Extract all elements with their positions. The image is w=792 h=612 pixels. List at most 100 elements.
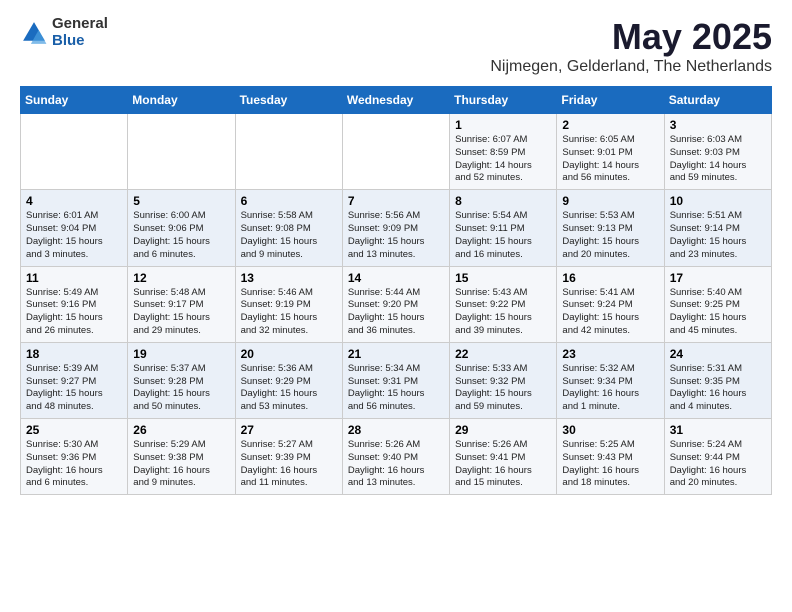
calendar-title: May 2025 — [490, 16, 772, 58]
day-cell: 24 Sunrise: 5:31 AMSunset: 9:35 PMDayligh… — [664, 342, 771, 418]
logo: General Blue — [20, 16, 108, 49]
day-number: 4 — [26, 194, 122, 208]
day-number: 15 — [455, 271, 551, 285]
day-info: Sunrise: 6:03 AMSunset: 9:03 PMDaylight:… — [670, 134, 766, 185]
day-number: 3 — [670, 118, 766, 132]
week-row-2: 4 Sunrise: 6:01 AMSunset: 9:04 PMDaylight… — [21, 190, 772, 266]
logo-general: General — [52, 16, 108, 33]
day-cell: 8Sunrise: 5:54 AMSunset: 9:11 PMDaylight… — [450, 190, 557, 266]
day-cell: 13 Sunrise: 5:46 AMSunset: 9:19 PMDayligh… — [235, 266, 342, 342]
day-cell: 3 Sunrise: 6:03 AMSunset: 9:03 PMDaylight… — [664, 114, 771, 190]
day-cell: 2 Sunrise: 6:05 AMSunset: 9:01 PMDaylight… — [557, 114, 664, 190]
day-cell: 28Sunrise: 5:26 AMSunset: 9:40 PMDayligh… — [342, 419, 449, 495]
day-info: Sunrise: 5:44 AMSunset: 9:20 PMDaylight:… — [348, 287, 444, 338]
day-cell: 25 Sunrise: 5:30 AMSunset: 9:36 PMDayligh… — [21, 419, 128, 495]
day-cell: 19Sunrise: 5:37 AMSunset: 9:28 PMDayligh… — [128, 342, 235, 418]
day-number: 23 — [562, 347, 658, 361]
day-info: Sunrise: 5:31 AMSunset: 9:35 PMDaylight:… — [670, 363, 766, 414]
day-number: 17 — [670, 271, 766, 285]
day-header-sunday: Sunday — [21, 87, 128, 114]
day-number: 16 — [562, 271, 658, 285]
day-info: Sunrise: 5:37 AMSunset: 9:28 PMDaylight:… — [133, 363, 229, 414]
day-cell: 29 Sunrise: 5:26 AMSunset: 9:41 PMDayligh… — [450, 419, 557, 495]
day-info: Sunrise: 6:07 AMSunset: 8:59 PMDaylight:… — [455, 134, 551, 185]
day-info: Sunrise: 5:26 AMSunset: 9:41 PMDaylight:… — [455, 439, 551, 490]
day-cell: 26 Sunrise: 5:29 AMSunset: 9:38 PMDayligh… — [128, 419, 235, 495]
day-cell — [235, 114, 342, 190]
day-info: Sunrise: 6:00 AMSunset: 9:06 PMDaylight:… — [133, 210, 229, 261]
day-number: 18 — [26, 347, 122, 361]
week-row-1: 1 Sunrise: 6:07 AMSunset: 8:59 PMDaylight… — [21, 114, 772, 190]
day-number: 7 — [348, 194, 444, 208]
day-number: 26 — [133, 423, 229, 437]
day-info: Sunrise: 5:43 AMSunset: 9:22 PMDaylight:… — [455, 287, 551, 338]
day-cell — [21, 114, 128, 190]
day-number: 30 — [562, 423, 658, 437]
day-cell: 11 Sunrise: 5:49 AMSunset: 9:16 PMDayligh… — [21, 266, 128, 342]
day-info: Sunrise: 5:32 AMSunset: 9:34 PMDaylight:… — [562, 363, 658, 414]
day-cell: 10Sunrise: 5:51 AMSunset: 9:14 PMDayligh… — [664, 190, 771, 266]
day-info: Sunrise: 5:29 AMSunset: 9:38 PMDaylight:… — [133, 439, 229, 490]
day-info: Sunrise: 5:40 AMSunset: 9:25 PMDaylight:… — [670, 287, 766, 338]
day-info: Sunrise: 5:34 AMSunset: 9:31 PMDaylight:… — [348, 363, 444, 414]
day-cell: 9 Sunrise: 5:53 AMSunset: 9:13 PMDaylight… — [557, 190, 664, 266]
logo-text: General Blue — [52, 16, 108, 49]
day-cell: 22 Sunrise: 5:33 AMSunset: 9:32 PMDayligh… — [450, 342, 557, 418]
logo-icon — [20, 19, 48, 47]
day-cell — [128, 114, 235, 190]
day-info: Sunrise: 5:48 AMSunset: 9:17 PMDaylight:… — [133, 287, 229, 338]
day-header-friday: Friday — [557, 87, 664, 114]
day-number: 22 — [455, 347, 551, 361]
day-cell: 6 Sunrise: 5:58 AMSunset: 9:08 PMDaylight… — [235, 190, 342, 266]
day-cell: 31 Sunrise: 5:24 AMSunset: 9:44 PMDayligh… — [664, 419, 771, 495]
week-row-5: 25 Sunrise: 5:30 AMSunset: 9:36 PMDayligh… — [21, 419, 772, 495]
day-info: Sunrise: 5:36 AMSunset: 9:29 PMDaylight:… — [241, 363, 337, 414]
day-info: Sunrise: 6:01 AMSunset: 9:04 PMDaylight:… — [26, 210, 122, 261]
day-number: 2 — [562, 118, 658, 132]
page-header: General Blue May 2025 Nijmegen, Gelderla… — [20, 16, 772, 76]
week-row-4: 18Sunrise: 5:39 AMSunset: 9:27 PMDayligh… — [21, 342, 772, 418]
calendar-subtitle: Nijmegen, Gelderland, The Netherlands — [490, 58, 772, 76]
day-info: Sunrise: 5:46 AMSunset: 9:19 PMDaylight:… — [241, 287, 337, 338]
day-header-tuesday: Tuesday — [235, 87, 342, 114]
day-number: 25 — [26, 423, 122, 437]
day-info: Sunrise: 5:24 AMSunset: 9:44 PMDaylight:… — [670, 439, 766, 490]
day-info: Sunrise: 5:53 AMSunset: 9:13 PMDaylight:… — [562, 210, 658, 261]
day-header-thursday: Thursday — [450, 87, 557, 114]
day-cell — [342, 114, 449, 190]
day-number: 12 — [133, 271, 229, 285]
day-header-monday: Monday — [128, 87, 235, 114]
day-number: 21 — [348, 347, 444, 361]
day-info: Sunrise: 5:51 AMSunset: 9:14 PMDaylight:… — [670, 210, 766, 261]
day-number: 27 — [241, 423, 337, 437]
day-info: Sunrise: 5:41 AMSunset: 9:24 PMDaylight:… — [562, 287, 658, 338]
day-info: Sunrise: 5:30 AMSunset: 9:36 PMDaylight:… — [26, 439, 122, 490]
day-info: Sunrise: 6:05 AMSunset: 9:01 PMDaylight:… — [562, 134, 658, 185]
day-info: Sunrise: 5:56 AMSunset: 9:09 PMDaylight:… — [348, 210, 444, 261]
day-cell: 14 Sunrise: 5:44 AMSunset: 9:20 PMDayligh… — [342, 266, 449, 342]
day-info: Sunrise: 5:33 AMSunset: 9:32 PMDaylight:… — [455, 363, 551, 414]
day-cell: 30Sunrise: 5:25 AMSunset: 9:43 PMDayligh… — [557, 419, 664, 495]
day-info: Sunrise: 5:58 AMSunset: 9:08 PMDaylight:… — [241, 210, 337, 261]
day-info: Sunrise: 5:49 AMSunset: 9:16 PMDaylight:… — [26, 287, 122, 338]
day-info: Sunrise: 5:54 AMSunset: 9:11 PMDaylight:… — [455, 210, 551, 261]
day-number: 1 — [455, 118, 551, 132]
title-block: May 2025 Nijmegen, Gelderland, The Nethe… — [490, 16, 772, 76]
day-cell: 23 Sunrise: 5:32 AMSunset: 9:34 PMDayligh… — [557, 342, 664, 418]
day-number: 31 — [670, 423, 766, 437]
calendar-table: SundayMondayTuesdayWednesdayThursdayFrid… — [20, 86, 772, 495]
day-info: Sunrise: 5:27 AMSunset: 9:39 PMDaylight:… — [241, 439, 337, 490]
day-cell: 27 Sunrise: 5:27 AMSunset: 9:39 PMDayligh… — [235, 419, 342, 495]
logo-blue: Blue — [52, 33, 108, 50]
day-number: 29 — [455, 423, 551, 437]
day-number: 14 — [348, 271, 444, 285]
day-cell: 17 Sunrise: 5:40 AMSunset: 9:25 PMDayligh… — [664, 266, 771, 342]
day-number: 5 — [133, 194, 229, 208]
day-number: 9 — [562, 194, 658, 208]
day-number: 11 — [26, 271, 122, 285]
week-row-3: 11 Sunrise: 5:49 AMSunset: 9:16 PMDayligh… — [21, 266, 772, 342]
day-number: 6 — [241, 194, 337, 208]
day-number: 24 — [670, 347, 766, 361]
day-cell: 12 Sunrise: 5:48 AMSunset: 9:17 PMDayligh… — [128, 266, 235, 342]
day-number: 13 — [241, 271, 337, 285]
